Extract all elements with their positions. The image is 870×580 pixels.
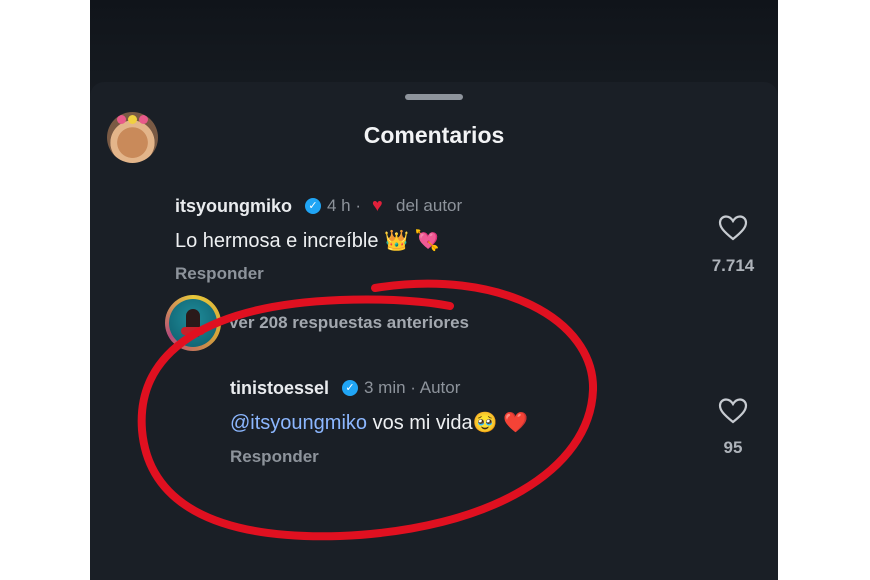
reply-button[interactable]: Responder [230,447,319,467]
pleading-heart-emoji: 🥹 ❤️ [472,412,528,434]
author-liked-label: del autor [396,196,463,215]
comment-text: Lo hermosa e increíble 👑 💘 [175,228,439,253]
avatar[interactable] [107,112,158,163]
heart-outline-icon[interactable] [718,397,748,425]
video-background [90,0,778,92]
comment-body: vos mi vida [372,412,473,434]
drag-handle[interactable] [405,94,463,100]
comment-time: 3 min · Autor [364,378,461,397]
comment-text: @itsyoungmiko vos mi vida🥹 ❤️ [230,410,528,435]
avatar-image [169,299,217,347]
avatar[interactable] [165,295,221,351]
heart-icon: ♥ [372,195,383,215]
sheet-title: Comentarios [363,122,505,148]
avatar-figure-accent [181,327,205,335]
mention-link[interactable]: @itsyoungmiko [230,412,367,434]
comment-body: Lo hermosa e increíble [175,230,379,252]
reply-button[interactable]: Responder [175,264,264,284]
like-count: 7.714 [711,256,755,275]
comment-username[interactable]: itsyoungmiko [175,196,292,217]
view-previous-replies-link[interactable]: Ver 208 respuestas anteriores [228,313,469,333]
verified-badge-icon: ✓ [342,380,358,396]
comment-username[interactable]: tinistoessel [230,378,329,399]
comment-time: 4 h · [327,196,362,215]
heart-outline-icon[interactable] [718,214,748,242]
verified-badge-icon: ✓ [305,198,321,214]
like-count: 95 [723,438,743,457]
crown-heart-emoji: 👑 💘 [384,230,440,252]
phone-screen: Comentarios itsyoungmiko ✓ 4 h · ♥ del a… [90,0,778,580]
